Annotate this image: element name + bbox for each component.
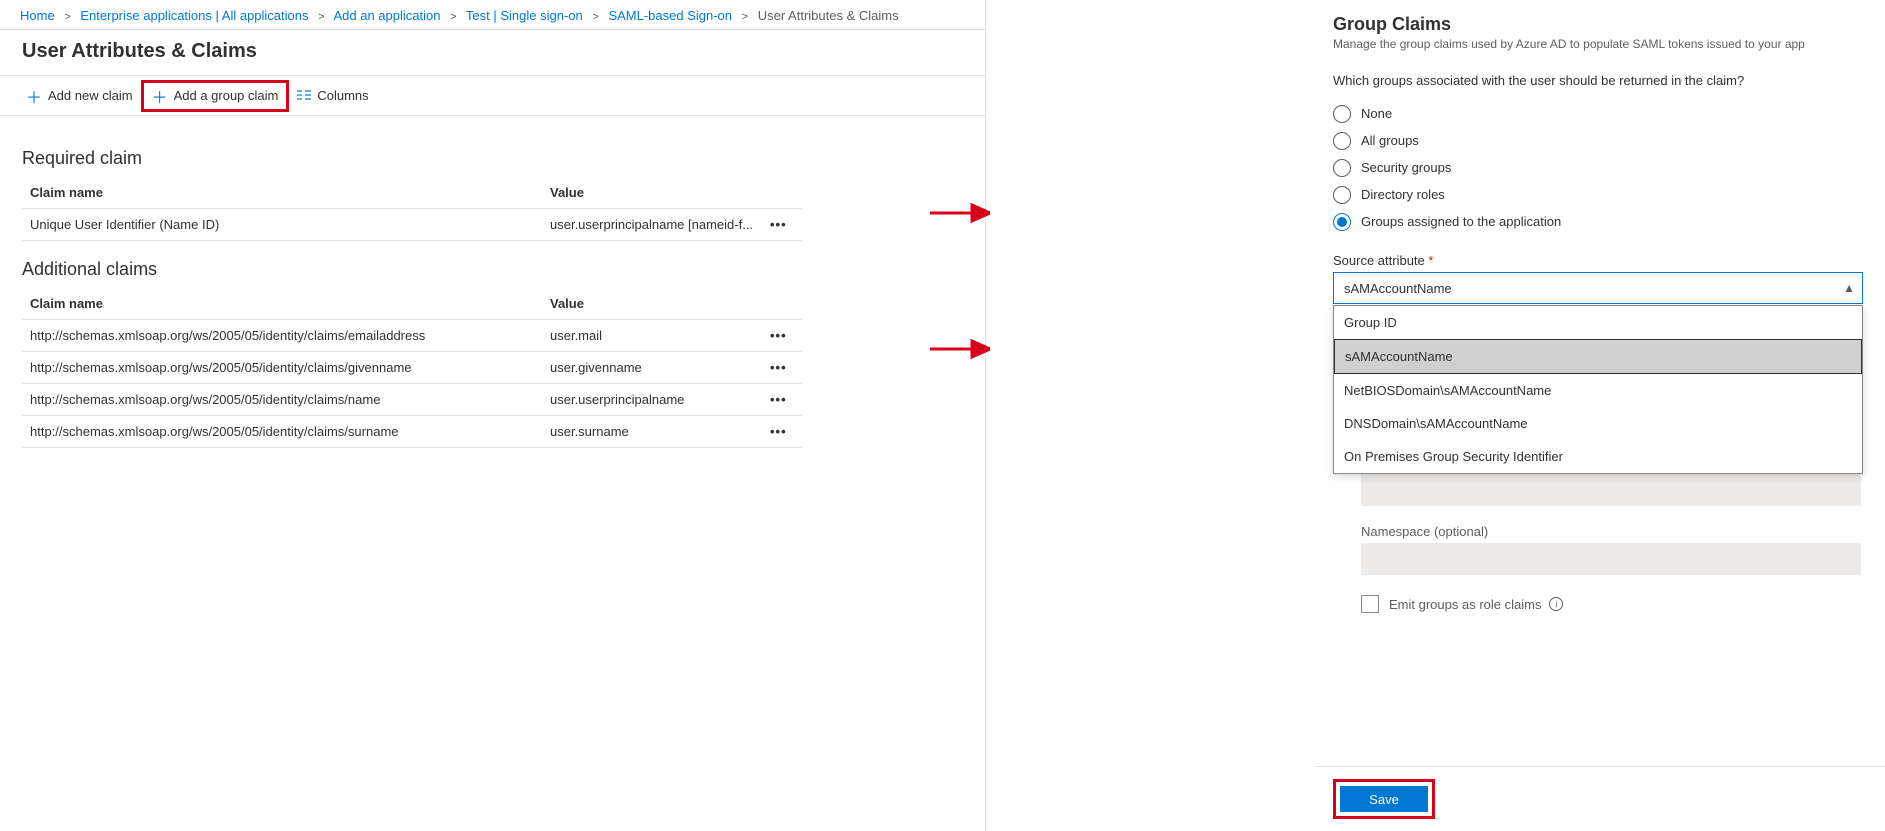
- radio-label: None: [1361, 106, 1392, 121]
- cell-claim-value: user.surname: [542, 416, 762, 448]
- namespace-input[interactable]: [1361, 543, 1861, 575]
- table-row[interactable]: Unique User Identifier (Name ID) user.us…: [22, 209, 802, 241]
- namespace-label: Namespace (optional): [1361, 524, 1867, 539]
- arrow-annotation-icon: [930, 336, 990, 365]
- save-button[interactable]: Save: [1340, 786, 1428, 812]
- group-selection-radio-group: None All groups Security groups Director…: [1333, 100, 1867, 235]
- table-row[interactable]: http://schemas.xmlsoap.org/ws/2005/05/id…: [22, 384, 802, 416]
- crumb-add-app[interactable]: Add an application: [333, 8, 440, 23]
- radio-label: Groups assigned to the application: [1361, 214, 1561, 229]
- radio-icon: [1333, 159, 1351, 177]
- info-icon[interactable]: i: [1549, 597, 1563, 611]
- radio-all-groups[interactable]: All groups: [1333, 127, 1867, 154]
- chevron-right-icon: >: [444, 11, 462, 23]
- add-group-claim-label: Add a group claim: [174, 88, 279, 103]
- table-row[interactable]: http://schemas.xmlsoap.org/ws/2005/05/id…: [22, 320, 802, 352]
- crumb-current: User Attributes & Claims: [758, 8, 899, 23]
- radio-label: All groups: [1361, 133, 1419, 148]
- row-actions-button[interactable]: •••: [762, 416, 802, 448]
- row-actions-button[interactable]: •••: [762, 320, 802, 352]
- dropdown-item[interactable]: Group ID: [1334, 306, 1862, 339]
- breadcrumb: Home > Enterprise applications | All app…: [0, 0, 985, 30]
- chevron-right-icon: >: [736, 11, 754, 23]
- source-attribute-dropdown[interactable]: sAMAccountName ▲ Group ID sAMAccountName…: [1333, 272, 1863, 304]
- cell-claim-name: http://schemas.xmlsoap.org/ws/2005/05/id…: [22, 352, 542, 384]
- cell-claim-value: user.userprincipalname: [542, 384, 762, 416]
- columns-label: Columns: [317, 88, 368, 103]
- cell-claim-name: Unique User Identifier (Name ID): [22, 209, 542, 241]
- radio-directory-roles[interactable]: Directory roles: [1333, 181, 1867, 208]
- add-claim-label: Add new claim: [48, 88, 133, 103]
- crumb-test-sso[interactable]: Test | Single sign-on: [466, 8, 583, 23]
- radio-security-groups[interactable]: Security groups: [1333, 154, 1867, 181]
- dropdown-list: Group ID sAMAccountName NetBIOSDomain\sA…: [1333, 305, 1863, 474]
- add-new-claim-button[interactable]: ＋ Add new claim: [18, 80, 141, 112]
- toolbar: ＋ Add new claim ＋ Add a group claim Colu…: [0, 76, 985, 116]
- additional-claims-title: Additional claims: [22, 259, 963, 280]
- th-claim-name: Claim name: [22, 177, 542, 209]
- radio-none[interactable]: None: [1333, 100, 1867, 127]
- emit-roles-label: Emit groups as role claims: [1389, 597, 1541, 612]
- table-row[interactable]: http://schemas.xmlsoap.org/ws/2005/05/id…: [22, 352, 802, 384]
- name-input[interactable]: [1361, 474, 1861, 506]
- page-title: User Attributes & Claims: [0, 30, 985, 76]
- radio-groups-assigned[interactable]: Groups assigned to the application: [1333, 208, 1867, 235]
- cell-claim-name: http://schemas.xmlsoap.org/ws/2005/05/id…: [22, 384, 542, 416]
- panel-footer: Save: [1315, 766, 1885, 831]
- required-claim-title: Required claim: [22, 148, 963, 169]
- plus-icon: ＋: [26, 84, 42, 108]
- radio-icon: [1333, 213, 1351, 231]
- group-question-label: Which groups associated with the user sh…: [1333, 73, 1867, 88]
- crumb-saml[interactable]: SAML-based Sign-on: [608, 8, 732, 23]
- dropdown-value: sAMAccountName: [1344, 281, 1452, 296]
- radio-icon: [1333, 132, 1351, 150]
- cell-claim-value: user.userprincipalname [nameid-f...: [542, 209, 762, 241]
- radio-label: Security groups: [1361, 160, 1451, 175]
- chevron-right-icon: >: [586, 11, 604, 23]
- table-row[interactable]: http://schemas.xmlsoap.org/ws/2005/05/id…: [22, 416, 802, 448]
- dropdown-item[interactable]: NetBIOSDomain\sAMAccountName: [1334, 374, 1862, 407]
- dropdown-item[interactable]: sAMAccountName: [1334, 339, 1862, 374]
- checkbox-icon: [1361, 595, 1379, 613]
- source-attribute-label: Source attribute *: [1333, 253, 1867, 268]
- row-actions-button[interactable]: •••: [762, 384, 802, 416]
- dropdown-item[interactable]: DNSDomain\sAMAccountName: [1334, 407, 1862, 440]
- chevron-right-icon: >: [58, 11, 76, 23]
- th-value: Value: [542, 288, 762, 320]
- crumb-enterprise-apps[interactable]: Enterprise applications | All applicatio…: [80, 8, 308, 23]
- dropdown-item[interactable]: On Premises Group Security Identifier: [1334, 440, 1862, 473]
- chevron-right-icon: >: [312, 11, 330, 23]
- row-actions-button[interactable]: •••: [762, 209, 802, 241]
- panel-title: Group Claims: [1333, 14, 1867, 35]
- cell-claim-value: user.givenname: [542, 352, 762, 384]
- panel-subtitle: Manage the group claims used by Azure AD…: [1333, 37, 1867, 51]
- arrow-annotation-icon: [930, 200, 990, 229]
- add-group-claim-button[interactable]: ＋ Add a group claim: [141, 80, 290, 112]
- columns-button[interactable]: Columns: [289, 80, 376, 112]
- radio-label: Directory roles: [1361, 187, 1445, 202]
- cell-claim-name: http://schemas.xmlsoap.org/ws/2005/05/id…: [22, 416, 542, 448]
- required-claims-table: Claim name Value Unique User Identifier …: [22, 177, 802, 241]
- th-claim-name: Claim name: [22, 288, 542, 320]
- additional-claims-table: Claim name Value http://schemas.xmlsoap.…: [22, 288, 802, 448]
- plus-icon: ＋: [152, 84, 168, 108]
- columns-icon: [297, 90, 311, 102]
- radio-icon: [1333, 105, 1351, 123]
- crumb-home[interactable]: Home: [20, 8, 55, 23]
- cell-claim-name: http://schemas.xmlsoap.org/ws/2005/05/id…: [22, 320, 542, 352]
- row-actions-button[interactable]: •••: [762, 352, 802, 384]
- chevron-up-icon: ▲: [1843, 281, 1855, 295]
- th-value: Value: [542, 177, 762, 209]
- emit-roles-checkbox-row[interactable]: Emit groups as role claims i: [1361, 595, 1867, 613]
- group-claims-panel: Group Claims Manage the group claims use…: [1315, 0, 1885, 831]
- radio-icon: [1333, 186, 1351, 204]
- cell-claim-value: user.mail: [542, 320, 762, 352]
